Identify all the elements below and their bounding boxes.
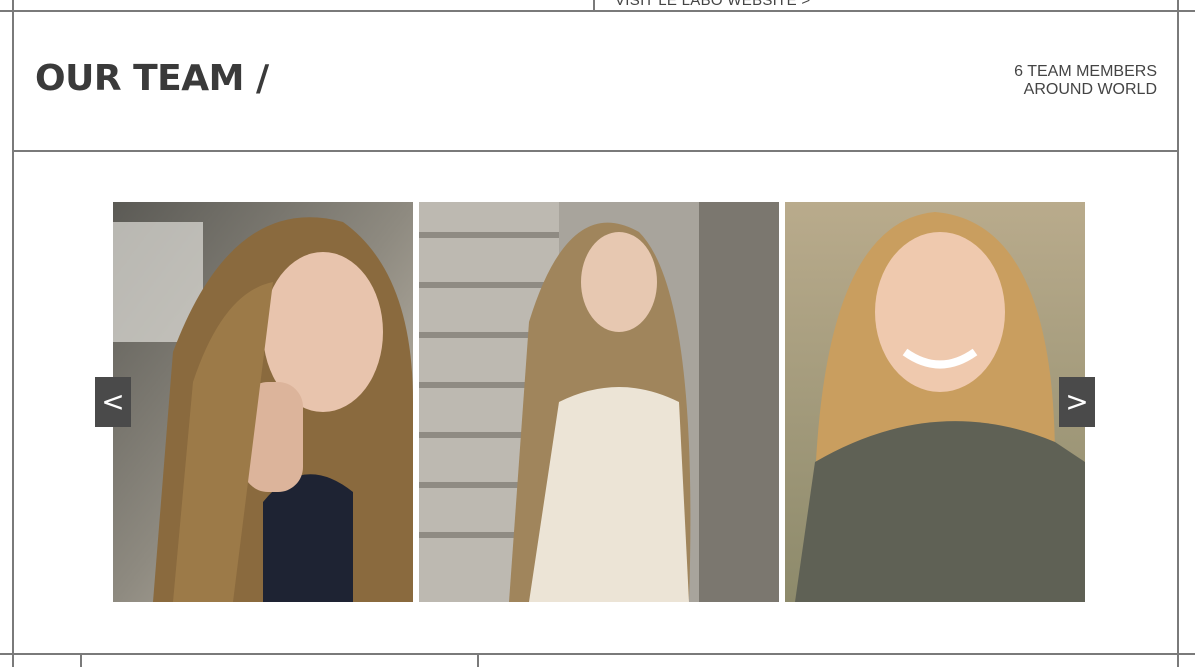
- team-member-photo-1[interactable]: [113, 202, 413, 602]
- top-divider: [0, 10, 1195, 12]
- team-member-photo-3[interactable]: [785, 202, 1085, 602]
- carousel-next-button[interactable]: >: [1059, 377, 1095, 427]
- portrait-image: [419, 202, 779, 602]
- bottom-col-divider-1: [80, 653, 82, 667]
- team-members-count: 6 TEAM MEMBERS AROUND WORLD: [1014, 63, 1157, 99]
- page-title: OUR TEAM /: [35, 58, 269, 99]
- visit-website-link[interactable]: VISIT LE LABO WEBSITE >: [615, 0, 810, 9]
- right-border: [1177, 0, 1179, 667]
- top-link-divider: [593, 0, 595, 11]
- left-border: [12, 0, 14, 667]
- team-member-photo-2[interactable]: [419, 202, 779, 602]
- header-divider: [12, 150, 1179, 152]
- portrait-image: [113, 202, 413, 602]
- carousel-prev-button[interactable]: <: [95, 377, 131, 427]
- portrait-image: [785, 202, 1085, 602]
- members-line-2: AROUND WORLD: [1023, 81, 1157, 98]
- bottom-divider: [0, 653, 1195, 655]
- members-line-1: 6 TEAM MEMBERS: [1014, 63, 1157, 80]
- bottom-col-divider-2: [477, 653, 479, 667]
